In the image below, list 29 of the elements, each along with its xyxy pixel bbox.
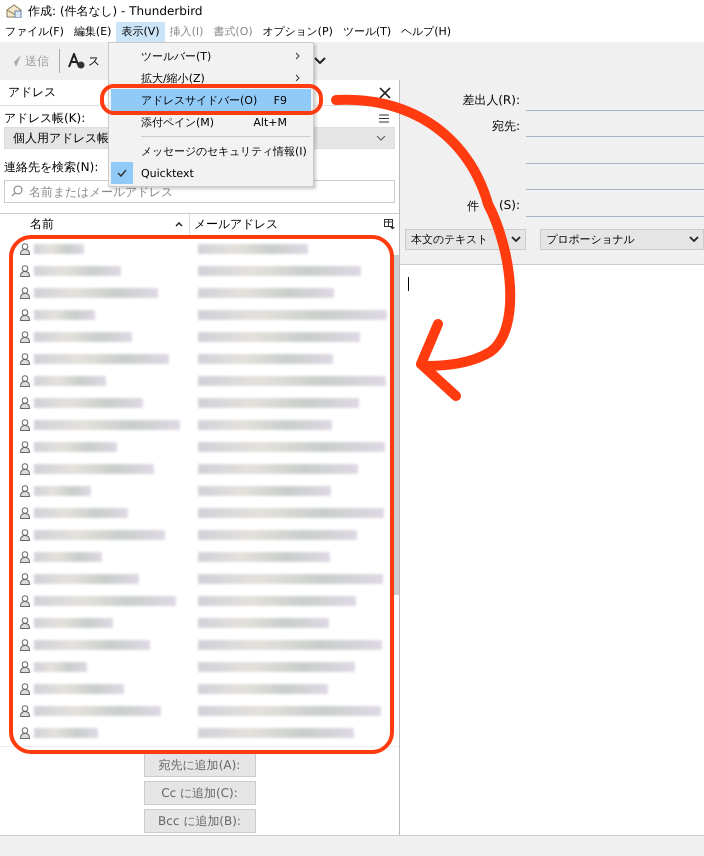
add-button[interactable]: 宛先に追加(A):: [144, 753, 256, 777]
field-label: 差出人(R):: [462, 92, 520, 108]
menu-item[interactable]: 編集(E): [68, 22, 116, 42]
shortcut-text: Alt+M: [253, 116, 287, 128]
menu-item[interactable]: 添付ペイン(M) Alt+M: [111, 111, 311, 133]
field-label: 件: [466, 198, 479, 214]
menu-item[interactable]: オプション(P): [258, 22, 338, 42]
sidebar-title: アドレス: [8, 84, 56, 101]
search-label: 連絡先を検索(N):: [4, 159, 98, 175]
column-header[interactable]: 名前: [30, 216, 54, 233]
add-button[interactable]: Cc に追加(C):: [144, 781, 256, 805]
menu-item[interactable]: アドレスサイドバー(O) F9: [111, 89, 311, 111]
shortcut-text: F9: [274, 94, 287, 106]
field-label: 宛先:: [492, 118, 520, 135]
menu-item[interactable]: 拡大/縮小(Z): [111, 67, 311, 89]
column-header[interactable]: メールアドレス: [194, 216, 278, 233]
menu-item[interactable]: ツール(T): [338, 22, 396, 42]
addressbook-label: アドレス帳(K):: [4, 110, 86, 126]
menu-item[interactable]: ツールバー(T): [111, 45, 311, 67]
window-title: 作成: (件名なし) - Thunderbird: [28, 2, 203, 20]
format-dropdown[interactable]: 本文のテキスト: [405, 228, 526, 250]
menu-item[interactable]: ファイル(F): [0, 22, 69, 42]
menu-item[interactable]: ヘルプ(H): [396, 22, 456, 42]
add-button[interactable]: Bcc に追加(B):: [144, 809, 256, 833]
field-label: (S):: [498, 198, 520, 214]
font-dropdown[interactable]: プロポーショナル: [540, 228, 704, 250]
spelling-button[interactable]: ス: [66, 48, 102, 74]
menu-item[interactable]: 表示(V): [116, 22, 165, 42]
menu-item[interactable]: メッセージのセキュリティ情報(I): [111, 140, 311, 162]
